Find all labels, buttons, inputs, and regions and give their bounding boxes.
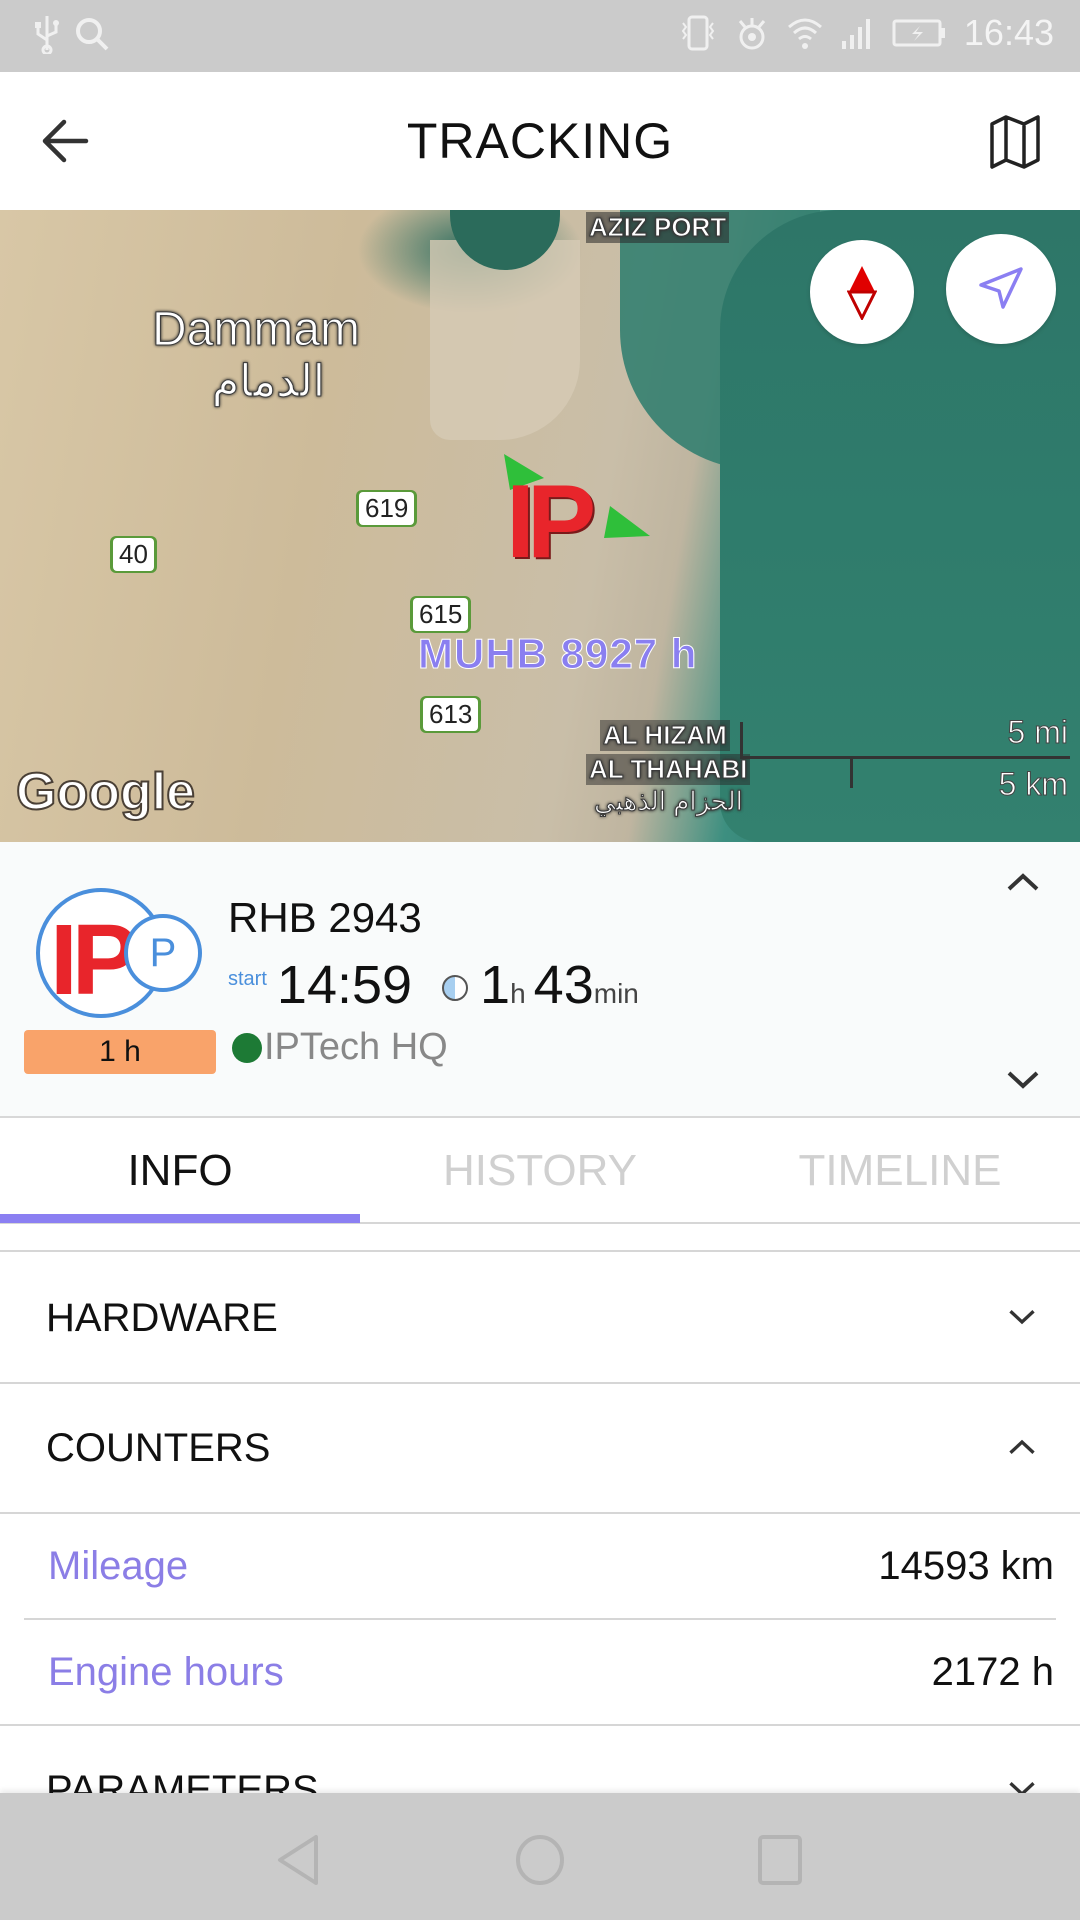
duration-minutes-unit: min: [593, 978, 639, 1009]
tab-info[interactable]: INFO: [0, 1146, 360, 1196]
duration-hours: 1: [480, 955, 511, 1015]
active-tab-indicator: [0, 1214, 360, 1223]
vehicle-marker-logo: IP: [506, 464, 596, 580]
online-status-dot: [232, 1032, 262, 1063]
map-scale-tick: [740, 722, 743, 758]
recents-square-icon[interactable]: [756, 1833, 804, 1887]
section-hardware-label: HARDWARE: [46, 1296, 278, 1340]
map-label-city: Dammam: [151, 303, 361, 357]
map-scale-imperial: 5 mi: [1007, 714, 1068, 751]
status-time: 16:43: [963, 12, 1054, 53]
road-shield-40: 40: [110, 536, 157, 573]
duration-minutes: 43: [533, 955, 594, 1015]
vibrate-icon: [681, 15, 715, 51]
chevron-up-icon: [1009, 1439, 1035, 1454]
road-shield-619: 619: [356, 490, 418, 527]
section-counters-label: COUNTERS: [46, 1426, 271, 1470]
duration-badge: 1 h: [24, 1030, 216, 1074]
my-location-button[interactable]: [946, 234, 1056, 344]
section-hardware[interactable]: HARDWARE: [0, 1254, 1080, 1384]
map-view[interactable]: AZIZ PORT Dammam الدمام 619 40 615 613 I…: [0, 210, 1080, 842]
usb-icon: [35, 16, 59, 54]
battery-charging-icon: [892, 19, 945, 47]
chevron-down-icon[interactable]: [1006, 1070, 1040, 1090]
duration-hours-unit: h: [510, 978, 526, 1009]
counter-key: Engine hours: [48, 1650, 284, 1694]
compass-icon: [847, 266, 877, 320]
map-view-button[interactable]: [988, 114, 1042, 170]
map-sand-area: [430, 240, 580, 440]
vehicle-location: IPTech HQ: [232, 1026, 448, 1069]
map-scale-metric: 5 km: [998, 766, 1068, 803]
chevron-up-icon[interactable]: [1006, 872, 1040, 892]
map-label-port: AZIZ PORT: [586, 212, 730, 243]
map-scale-bar: [740, 756, 1070, 759]
clock-icon: [442, 975, 469, 1001]
map-label-district-2: AL THAHABI: [586, 754, 751, 785]
system-nav-bar: [0, 1793, 1080, 1920]
map-label-district-1: AL HIZAM: [600, 720, 730, 751]
home-circle-icon[interactable]: [514, 1833, 566, 1887]
map-label-district-arabic: الحزام الذهبي: [594, 786, 744, 817]
trip-start-row: start 14:59 1 h 43 min: [228, 954, 647, 1016]
parking-status-icon: P: [124, 914, 202, 992]
search-icon: [76, 18, 109, 51]
vehicle-marker[interactable]: IP: [500, 450, 650, 574]
vehicle-plate: RHB 2943: [228, 894, 422, 941]
map-scale-tick: [850, 758, 853, 788]
start-label: start: [228, 968, 267, 990]
chevron-down-icon: [1009, 1310, 1035, 1325]
location-name: IPTech HQ: [264, 1026, 448, 1068]
start-time: 14:59: [276, 955, 413, 1015]
counter-key: Mileage: [48, 1544, 189, 1588]
map-icon: [990, 115, 1040, 169]
page-title: TRACKING: [406, 113, 674, 169]
status-bar: 16:43: [0, 0, 1080, 72]
road-shield-613: 613: [420, 696, 482, 733]
tab-bar: INFO HISTORY TIMELINE: [0, 1118, 1080, 1224]
vehicle-map-label[interactable]: MUHB 8927 h: [417, 630, 697, 678]
navigation-arrow-icon: [979, 267, 1023, 309]
app-bar: TRACKING: [0, 72, 1080, 210]
section-counters[interactable]: COUNTERS: [0, 1384, 1080, 1514]
signal-icon: [841, 19, 870, 49]
tab-history[interactable]: HISTORY: [360, 1146, 720, 1196]
counter-row-mileage: Mileage 14593 km: [0, 1514, 1080, 1620]
road-shield-615: 615: [410, 596, 472, 633]
back-triangle-icon[interactable]: [274, 1833, 324, 1887]
google-logo: Google: [15, 762, 196, 822]
section-spacer: [0, 1224, 1080, 1252]
tab-timeline[interactable]: TIMELINE: [720, 1146, 1080, 1196]
counter-row-engine-hours: Engine hours 2172 h: [0, 1620, 1080, 1726]
counter-value: 2172 h: [931, 1650, 1054, 1694]
compass-button[interactable]: [810, 240, 914, 344]
wifi-icon: [787, 18, 822, 49]
counter-value: 14593 km: [878, 1544, 1054, 1588]
eye-comfort-icon: [738, 18, 766, 50]
map-label-city-arabic: الدمام: [212, 357, 326, 407]
